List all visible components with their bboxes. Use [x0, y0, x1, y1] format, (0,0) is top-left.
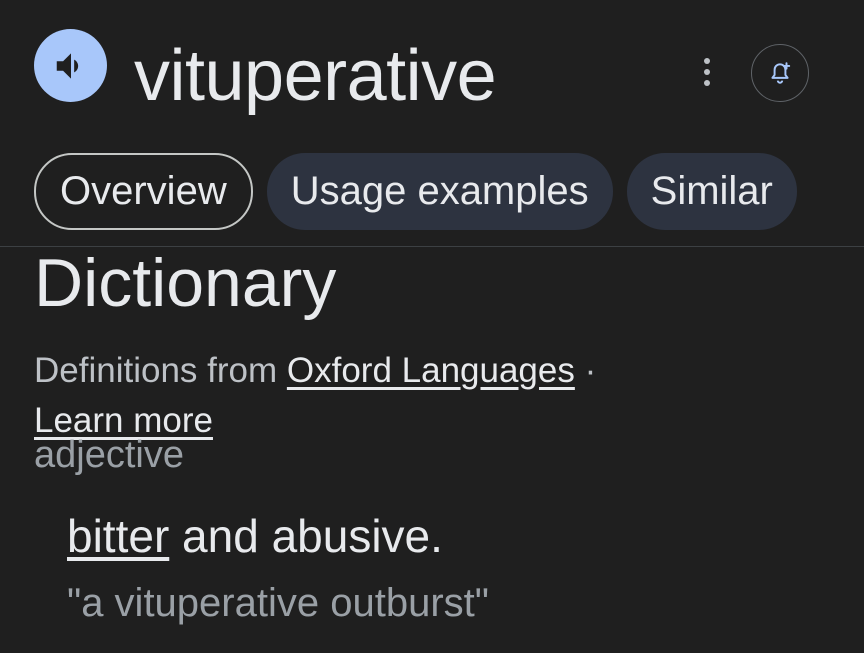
add-alert-icon: [771, 62, 791, 84]
source-attribution: Definitions from Oxford Languages ·: [34, 349, 596, 393]
dictionary-page: vituperative Overview Usage examples Sim…: [0, 0, 864, 653]
source-prefix: Definitions from: [34, 351, 278, 390]
tab-bar: Overview Usage examples Similar: [34, 153, 797, 230]
add-alert-button[interactable]: [751, 44, 809, 102]
tab-overview[interactable]: Overview: [34, 153, 253, 230]
section-title: Dictionary: [34, 245, 337, 321]
definition-word-link[interactable]: bitter: [67, 510, 169, 562]
source-separator: ·: [574, 351, 597, 390]
headword: vituperative: [134, 36, 497, 116]
pronunciation-button[interactable]: [34, 29, 107, 102]
oxford-languages-link[interactable]: Oxford Languages: [287, 351, 575, 390]
usage-example: "a vituperative outburst": [67, 581, 489, 625]
more-vertical-icon: [704, 58, 710, 86]
more-options-button[interactable]: [692, 52, 722, 92]
tab-usage-examples[interactable]: Usage examples: [266, 153, 613, 230]
tab-similar[interactable]: Similar: [626, 153, 797, 230]
definition-text: and abusive.: [169, 510, 443, 562]
volume-up-icon: [56, 52, 78, 79]
definition: bitter and abusive.: [67, 506, 443, 566]
part-of-speech: adjective: [34, 434, 184, 476]
